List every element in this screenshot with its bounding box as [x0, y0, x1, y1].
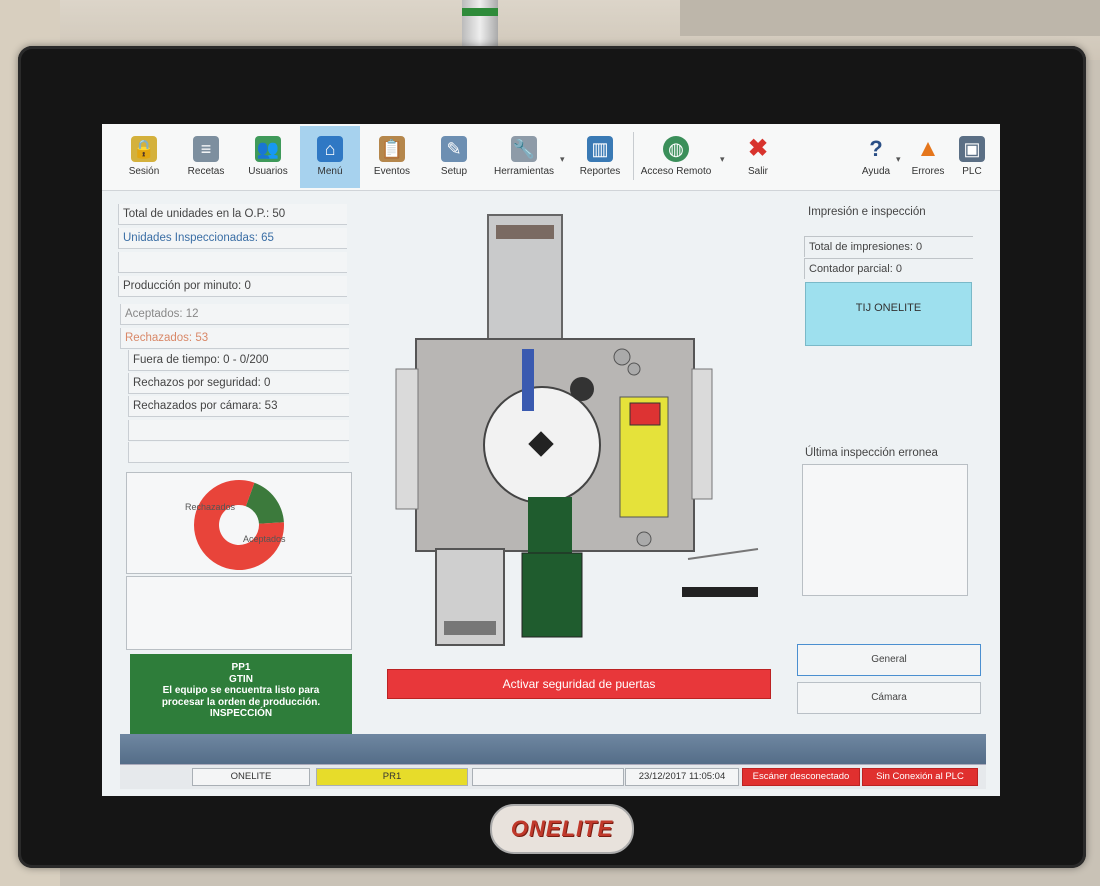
- message-bar: [120, 734, 986, 764]
- computer-icon: ▣: [959, 136, 985, 162]
- lock-icon: 🔒: [131, 136, 157, 162]
- status-message: PP1 GTIN El equipo se encuentra listo pa…: [130, 654, 352, 734]
- status-app: ONELITE: [192, 768, 310, 786]
- toolbar-label: Menú: [317, 166, 343, 177]
- camera-rejects: Rechazados por cámara: 53: [128, 396, 349, 417]
- toolbar-eventos[interactable]: 📋 Eventos: [362, 126, 422, 188]
- donut-chart: Rechazados Aceptados: [185, 480, 286, 570]
- toolbar-setup[interactable]: ✎ Setup: [424, 126, 484, 188]
- total-prints: Total de impresiones: 0: [804, 236, 973, 257]
- status-bar: ONELITE PR1 23/12/2017 11:05:04 Escáner …: [120, 764, 986, 789]
- last-error-image: [802, 464, 968, 596]
- total-units: Total de unidades en la O.P.: 50: [118, 204, 347, 225]
- users-icon: 👥: [255, 136, 281, 162]
- toolbar-label: Salir: [747, 166, 768, 177]
- background-pipe-band: [462, 8, 498, 16]
- toolbar-sesion[interactable]: 🔒 Sesión: [114, 126, 174, 188]
- toolbar: 🔒 Sesión ≡ Recetas 👥 Usuarios ⌂ Menú 📋 E…: [102, 124, 1000, 191]
- toolbar-menu[interactable]: ⌂ Menú: [300, 126, 360, 188]
- close-icon: ✖: [747, 135, 769, 162]
- status-blank: [472, 768, 624, 786]
- status-line: INSPECCIÓN: [209, 708, 273, 719]
- clipboard-icon: 📋: [379, 136, 405, 162]
- partial-counter: Contador parcial: 0: [804, 258, 973, 279]
- label-aceptados: Aceptados: [243, 534, 286, 544]
- hmi-screen: 🔒 Sesión ≡ Recetas 👥 Usuarios ⌂ Menú 📋 E…: [102, 124, 1000, 796]
- blank-row: [128, 420, 349, 441]
- home-icon: ⌂: [317, 136, 343, 162]
- status-line: procesar la orden de producción.: [161, 696, 321, 708]
- status-plc: Sin Conexión al PLC: [862, 768, 978, 786]
- safety-rejects: Rechazos por seguridad: 0: [128, 373, 349, 394]
- label-rechazados: Rechazados: [185, 502, 236, 512]
- toolbar-label: Herramientas: [493, 166, 555, 177]
- warning-icon: ▲: [916, 135, 940, 162]
- toolbar-label: Errores: [911, 166, 945, 177]
- toolbar-usuarios[interactable]: 👥 Usuarios: [238, 126, 298, 188]
- chevron-down-icon[interactable]: ▾: [720, 154, 725, 165]
- toolbar-label: Ayuda: [861, 166, 891, 177]
- general-button[interactable]: General: [797, 644, 981, 676]
- print-inspection-title: Impresión e inspección: [808, 206, 926, 218]
- chevron-down-icon[interactable]: ▾: [560, 154, 565, 165]
- blank-row: [118, 252, 347, 273]
- toolbar-label: Usuarios: [248, 166, 288, 177]
- blank-panel: [126, 576, 352, 650]
- toolbar-plc[interactable]: ▣ PLC: [944, 126, 1000, 188]
- toolbar-label: Recetas: [187, 166, 225, 177]
- status-line: GTIN: [229, 673, 253, 685]
- status-datetime: 23/12/2017 11:05:04: [625, 768, 739, 786]
- production-per-minute: Producción por minuto: 0: [118, 276, 347, 297]
- blank-row: [128, 442, 349, 463]
- toolbar-label: Eventos: [373, 166, 411, 177]
- help-icon: ?: [869, 136, 883, 161]
- toolbar-label: Sesión: [128, 166, 160, 177]
- toolbar-recetas[interactable]: ≡ Recetas: [176, 126, 236, 188]
- database-icon: ≡: [193, 136, 219, 162]
- camera-button[interactable]: Cámara: [797, 682, 981, 714]
- status-scanner: Escáner desconectado: [742, 768, 860, 786]
- wrench-icon: 🔧: [511, 136, 537, 162]
- status-line: PP1: [231, 662, 251, 673]
- globe-icon: ◍: [663, 136, 689, 162]
- toolbar-label: Setup: [440, 166, 468, 177]
- toolbar-salir[interactable]: ✖ Salir: [728, 126, 788, 188]
- toolbar-label: Reportes: [579, 166, 621, 177]
- last-error-title: Última inspección erronea: [805, 447, 938, 459]
- toolbar-label: Acceso Remoto: [640, 166, 712, 177]
- tools-icon: ✎: [441, 136, 467, 162]
- toolbar-separator: [633, 132, 634, 180]
- status-product: PR1: [316, 768, 468, 786]
- activate-door-safety-button[interactable]: Activar seguridad de puertas: [387, 669, 771, 699]
- status-line: El equipo se encuentra listo para: [162, 685, 320, 696]
- brand-logo: ONELITE: [490, 804, 634, 854]
- inspected-units: Unidades Inspeccionadas: 65: [118, 228, 347, 249]
- timeout-count: Fuera de tiempo: 0 - 0/200: [128, 350, 349, 371]
- toolbar-reportes[interactable]: ▥ Reportes: [570, 126, 630, 188]
- toolbar-label: PLC: [962, 166, 982, 177]
- binders-icon: ▥: [587, 136, 613, 162]
- toolbar-herramientas[interactable]: 🔧 Herramientas: [486, 126, 562, 188]
- machine-diagram: [395, 214, 759, 646]
- rejected-count: Rechazados: 53: [120, 328, 349, 349]
- toolbar-acceso-remoto[interactable]: ◍ Acceso Remoto: [636, 126, 716, 188]
- donut-chart-panel: Rechazados Aceptados: [126, 472, 352, 574]
- background-machine: [680, 0, 1100, 36]
- accepted-count: Aceptados: 12: [120, 304, 349, 325]
- tij-printer-panel[interactable]: TIJ ONELITE: [805, 282, 972, 346]
